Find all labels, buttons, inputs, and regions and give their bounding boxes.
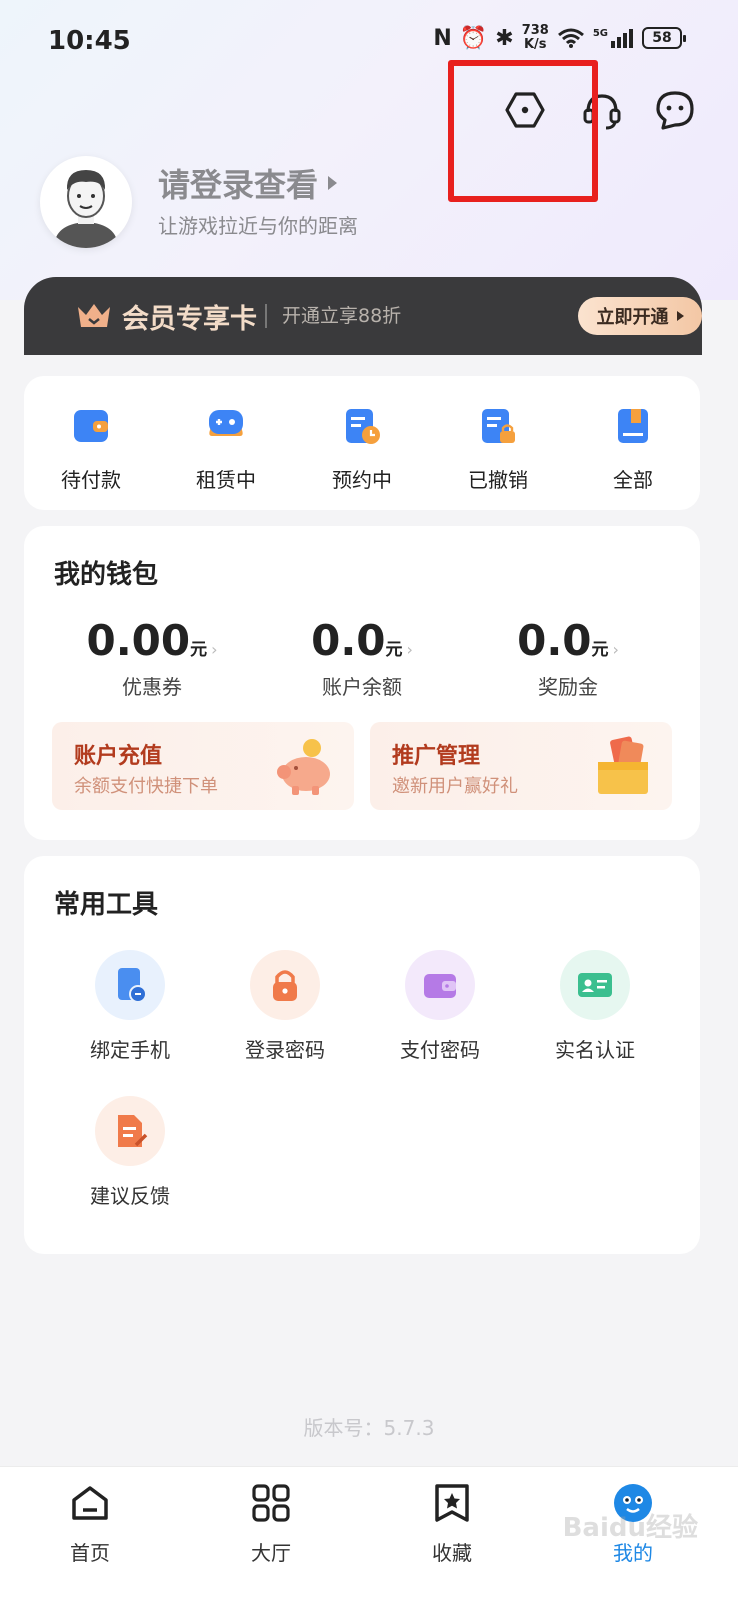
signal-icon: [611, 29, 633, 48]
vip-title: 会员专享卡: [122, 304, 257, 335]
avatar[interactable]: [40, 156, 132, 248]
piggy-bank-icon: [277, 739, 330, 795]
order-all[interactable]: 全部: [583, 406, 683, 493]
vip-divider: [265, 304, 267, 328]
tab-favorites[interactable]: 收藏: [407, 1483, 497, 1566]
login-subtitle: 让游戏拉近与你的距离: [158, 214, 358, 238]
wallet-card: 我的钱包 0.00元 › 优惠券 0.0元 › 账户余额 0.0元 › 奖励金 账户充…: [24, 526, 700, 840]
signal-label: 5G: [592, 27, 608, 39]
tools-title: 常用工具: [54, 890, 159, 920]
nfc-icon: N: [433, 25, 452, 51]
bluetooth-icon: ✱: [495, 25, 514, 51]
tab-hall[interactable]: 大厅: [226, 1483, 316, 1566]
order-pending-payment[interactable]: 待付款: [41, 406, 141, 493]
gamepad-icon: [209, 410, 243, 436]
tool-pay-password[interactable]: 支付密码: [375, 950, 505, 1063]
tool-feedback[interactable]: 建议反馈: [65, 1096, 195, 1209]
orders-card: 待付款 租赁中 预约中 已撤销 全部: [24, 376, 700, 510]
home-icon: [72, 1486, 108, 1520]
clock-doc-icon: [346, 409, 380, 444]
net-speed: 738 K/s: [521, 23, 549, 52]
promotion-banner[interactable]: 推广管理 邀新用户赢好礼: [370, 722, 672, 810]
wallet-pay-icon: [424, 974, 456, 998]
id-card-icon: [578, 973, 612, 997]
lock-doc-icon: [482, 409, 515, 443]
phone-bind-icon: [118, 968, 147, 1003]
order-renting[interactable]: 租赁中: [176, 406, 276, 493]
tab-home[interactable]: 首页: [45, 1483, 135, 1566]
order-reserved[interactable]: 预约中: [312, 406, 412, 493]
bookmark-star-icon: [435, 1484, 469, 1522]
login-prompt[interactable]: 请登录查看: [158, 160, 338, 206]
tool-login-password[interactable]: 登录密码: [220, 950, 350, 1063]
bottom-tab-bar: 首页 大厅 收藏 我的 Baidu经验: [0, 1466, 738, 1600]
book-icon: [618, 409, 648, 443]
crown-icon: [78, 304, 110, 327]
order-cancelled[interactable]: 已撤销: [448, 406, 548, 493]
status-time: 10:45: [48, 26, 131, 56]
watermark: Baidu经验: [562, 1513, 698, 1543]
caret-right-icon: [328, 176, 338, 190]
annotation-highlight-box: [448, 60, 598, 202]
gift-box-icon: [598, 736, 648, 794]
tool-real-name[interactable]: 实名认证: [530, 950, 660, 1063]
feedback-icon: [118, 1115, 148, 1147]
wifi-icon: [557, 28, 584, 48]
wallet-coupons[interactable]: 0.00元 › 优惠券: [52, 616, 252, 700]
tool-bind-phone[interactable]: 绑定手机: [65, 950, 195, 1063]
lock-icon: [273, 970, 297, 1001]
recharge-banner[interactable]: 账户充值 余额支付快捷下单: [52, 722, 354, 810]
status-bar: 10:45 N ⏰ ✱ 738 K/s 5G 58: [0, 0, 738, 80]
wallet-rewards[interactable]: 0.0元 › 奖励金: [468, 616, 668, 700]
vip-open-button[interactable]: 立即开通: [578, 297, 702, 335]
version-label: 版本号：5.7.3: [303, 1416, 435, 1440]
avatar-person-icon: [54, 170, 118, 248]
status-icons: N ⏰ ✱ 738 K/s 5G 58: [433, 23, 686, 52]
chevron-right-icon: ›: [612, 640, 619, 659]
vip-card[interactable]: 会员专享卡 开通立享88折 立即开通: [24, 277, 702, 355]
caret-right-icon: [676, 311, 684, 321]
wallet-title: 我的钱包: [54, 560, 159, 590]
message-icon[interactable]: [653, 88, 697, 132]
vip-subtitle: 开通立享88折: [282, 305, 402, 327]
chevron-right-icon: ›: [406, 640, 413, 659]
alarm-icon: ⏰: [459, 25, 488, 51]
wallet-balance[interactable]: 0.0元 › 账户余额: [262, 616, 462, 700]
battery-indicator: 58: [642, 27, 686, 49]
tools-card: 常用工具 绑定手机 登录密码 支付密码 实名认证 建议反馈: [24, 856, 700, 1254]
chevron-right-icon: ›: [211, 640, 218, 659]
grid-icon: [252, 1484, 290, 1522]
wallet-icon: [74, 410, 108, 442]
